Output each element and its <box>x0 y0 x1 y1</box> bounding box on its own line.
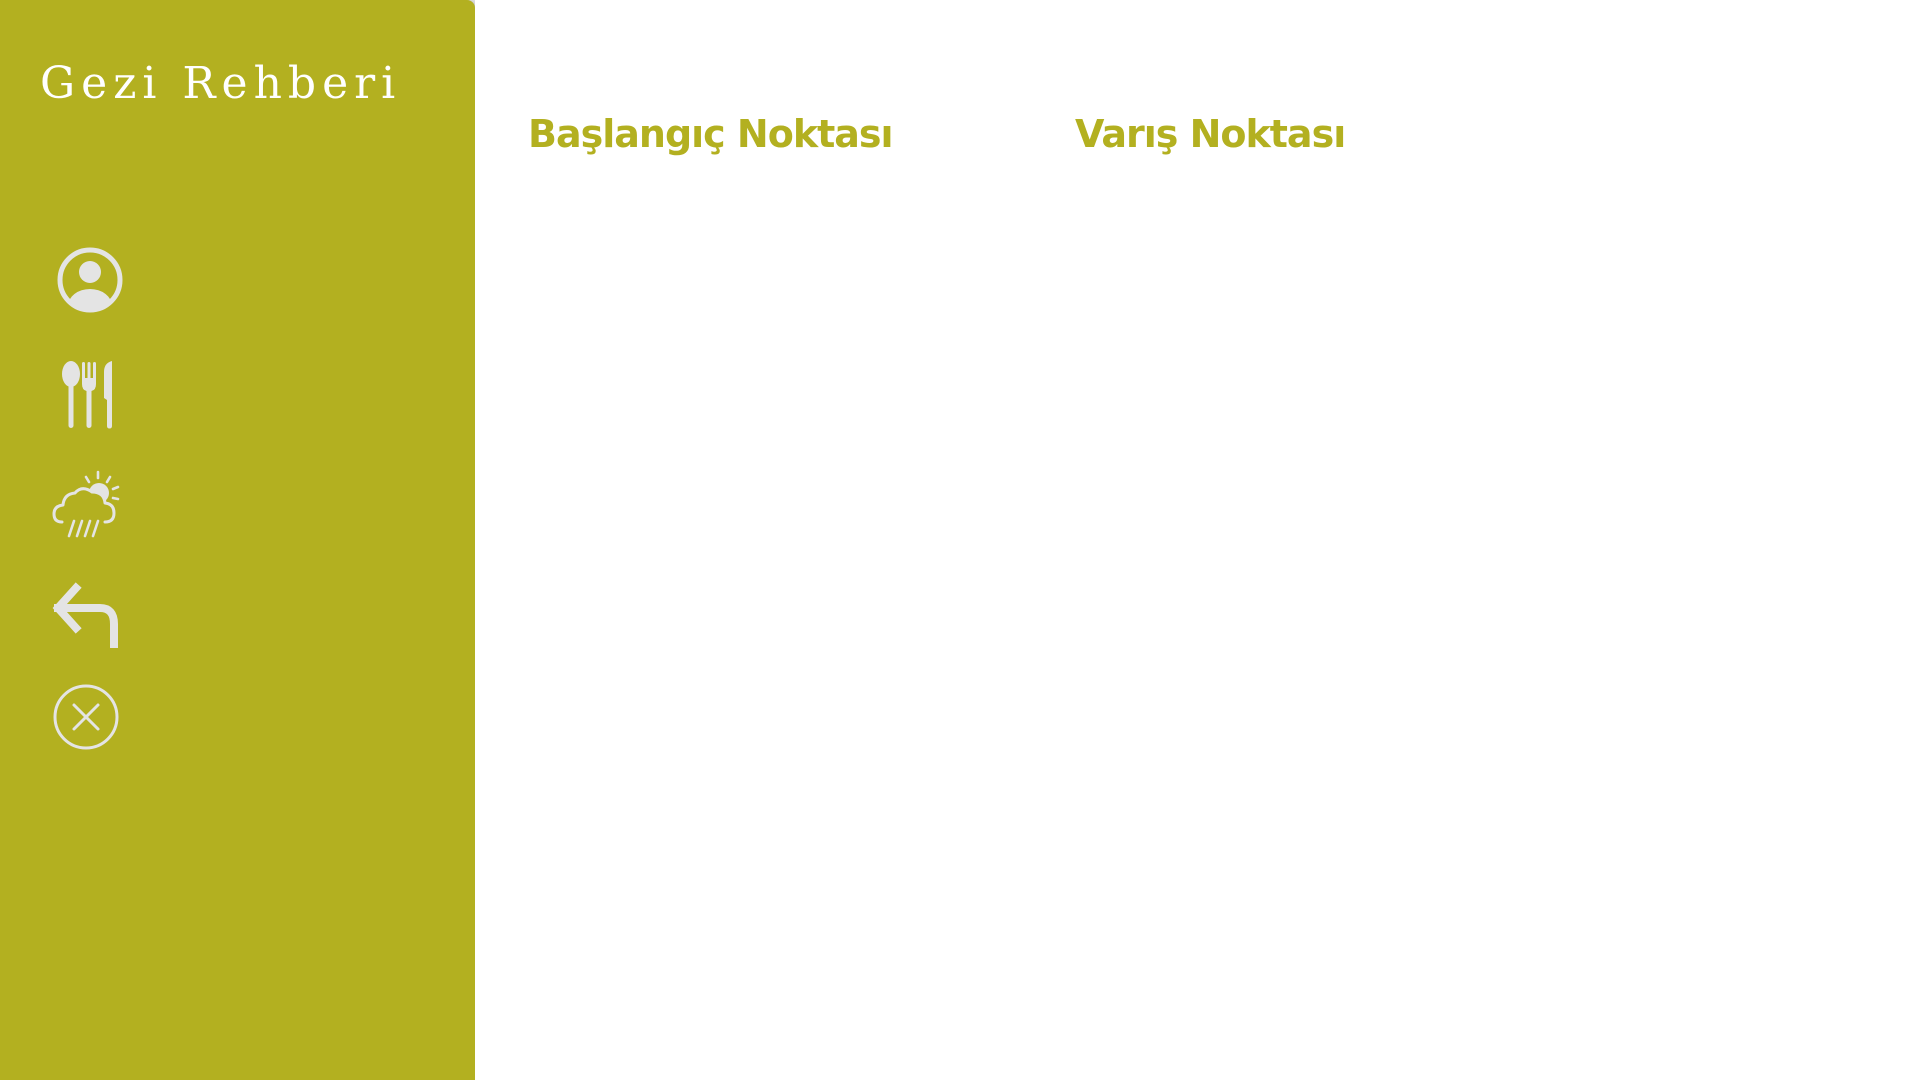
utensils-icon <box>62 361 112 429</box>
sidebar: Gezi Rehberi <box>0 0 475 1080</box>
app-window: Gezi Rehberi Başlangıç Noktası Varış Nok… <box>0 0 1920 1080</box>
destination-point-label: Varış Noktası <box>1075 112 1346 156</box>
weather-rain-sun-icon <box>52 470 120 538</box>
close-circle-icon <box>53 684 119 750</box>
sidebar-item-back[interactable] <box>52 582 122 648</box>
sidebar-item-weather[interactable] <box>52 470 124 540</box>
main-content: Başlangıç Noktası Varış Noktası <box>475 0 1920 1080</box>
user-circle-icon <box>57 247 123 313</box>
app-title: Gezi Rehberi <box>40 58 402 109</box>
back-arrow-icon <box>52 582 118 648</box>
start-point-label: Başlangıç Noktası <box>528 112 894 156</box>
sidebar-item-restaurants[interactable] <box>60 360 120 430</box>
sidebar-item-profile[interactable] <box>56 246 124 314</box>
sidebar-item-exit[interactable] <box>52 683 120 751</box>
